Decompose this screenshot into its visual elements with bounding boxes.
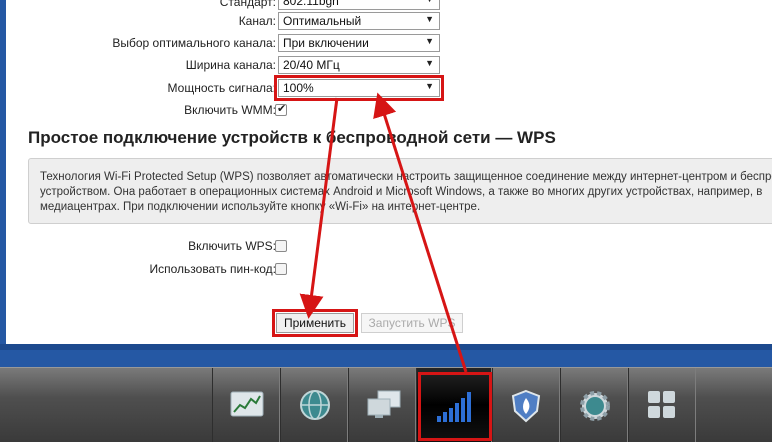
standard-select[interactable]: 802.11bgn ▼ xyxy=(278,0,440,10)
internet-globe-icon xyxy=(300,390,330,420)
channel-width-value: 20/40 МГц xyxy=(283,58,340,72)
chevron-down-icon: ▼ xyxy=(425,36,434,46)
chevron-down-icon: ▼ xyxy=(425,58,434,68)
optimal-channel-label: Выбор оптимального канала: xyxy=(112,36,276,50)
chevron-down-icon: ▼ xyxy=(425,0,434,4)
settings-panel: Стандарт: 802.11bgn ▼ Канал: Оптимальный… xyxy=(6,0,772,344)
channel-width-select[interactable]: 20/40 МГц ▼ xyxy=(278,56,440,74)
optimal-channel-select[interactable]: При включении ▼ xyxy=(278,34,440,52)
use-pin-label: Использовать пин-код: xyxy=(149,262,276,276)
wps-info-line: устройством. Она работает в операционных… xyxy=(40,186,763,198)
monitoring-chart-icon xyxy=(230,391,264,417)
channel-label: Канал: xyxy=(238,14,276,28)
chevron-down-icon: ▼ xyxy=(425,81,434,91)
wps-info-line: Технология Wi-Fi Protected Setup (WPS) п… xyxy=(40,171,772,183)
optimal-channel-row: Выбор оптимального канала: xyxy=(6,33,276,53)
enable-wps-row: Включить WPS: xyxy=(6,236,276,256)
wmm-checkbox[interactable] xyxy=(275,102,287,116)
security-shield-icon xyxy=(511,389,541,423)
channel-select[interactable]: Оптимальный ▼ xyxy=(278,12,440,30)
channel-width-label: Ширина канала: xyxy=(185,58,276,72)
panel-bottom-edge xyxy=(0,344,772,350)
channel-width-row: Ширина канала: xyxy=(6,55,276,75)
taskbar-internet[interactable] xyxy=(280,368,348,442)
start-wps-button[interactable]: Запустить WPS xyxy=(361,313,463,333)
signal-power-row: Мощность сигнала: xyxy=(6,78,276,98)
standard-value: 802.11bgn xyxy=(283,0,339,8)
apply-button[interactable]: Применить xyxy=(272,309,358,337)
taskbar-settings[interactable] xyxy=(560,368,628,442)
bottom-taskbar xyxy=(0,367,772,442)
channel-value: Оптимальный xyxy=(283,14,362,28)
taskbar-apps[interactable] xyxy=(628,368,696,442)
wps-info-box: Технология Wi-Fi Protected Setup (WPS) п… xyxy=(28,158,772,224)
home-network-icon xyxy=(367,390,401,418)
wifi-tab-highlight xyxy=(418,372,492,441)
taskbar-security[interactable] xyxy=(492,368,560,442)
wps-section-title: Простое подключение устройств к беспрово… xyxy=(28,128,556,147)
enable-wps-checkbox[interactable] xyxy=(275,240,287,252)
use-pin-row: Использовать пин-код: xyxy=(6,259,276,279)
taskbar-monitoring[interactable] xyxy=(212,368,280,442)
settings-gear-icon xyxy=(580,391,610,421)
taskbar-home-network[interactable] xyxy=(348,368,416,442)
channel-row: Канал: xyxy=(6,11,276,31)
signal-power-value: 100% xyxy=(283,81,314,95)
wps-info-line: медиацентрах. При подключении используйт… xyxy=(40,201,481,213)
wmm-label: Включить WMM: xyxy=(184,103,276,117)
enable-wps-label: Включить WPS: xyxy=(188,239,276,253)
apps-grid-icon xyxy=(648,391,675,418)
chevron-down-icon: ▼ xyxy=(425,14,434,24)
optimal-channel-value: При включении xyxy=(283,36,369,50)
signal-power-label: Мощность сигнала: xyxy=(167,81,276,95)
use-pin-checkbox[interactable] xyxy=(275,263,287,275)
signal-power-select[interactable]: 100% ▼ xyxy=(274,75,444,101)
standard-label: Стандарт: xyxy=(219,0,276,9)
wmm-row: Включить WMM: xyxy=(6,100,276,120)
